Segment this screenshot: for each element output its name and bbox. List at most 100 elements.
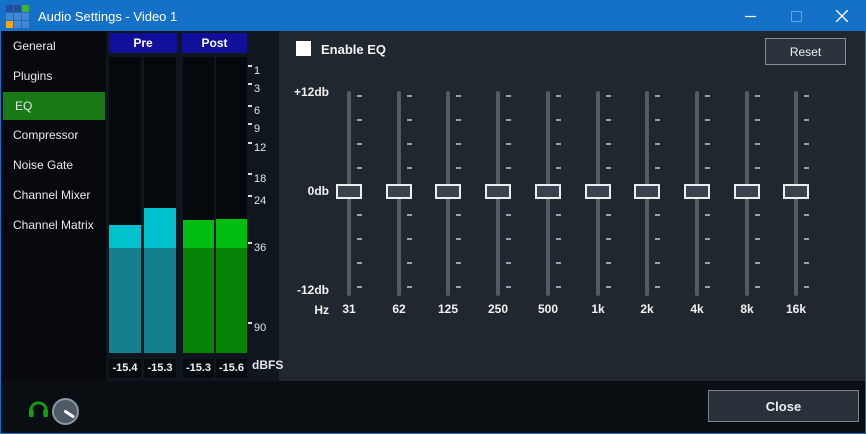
eq-slider-tick xyxy=(456,167,461,169)
app-logo-square xyxy=(6,13,13,20)
sidebar-item-compressor[interactable]: Compressor xyxy=(1,120,106,150)
eq-slider-tick xyxy=(606,167,611,169)
eq-slider-tick xyxy=(357,262,362,264)
eq-slider-tick xyxy=(655,167,660,169)
eq-slider-tick xyxy=(556,238,561,240)
meter-scale-label: 6 xyxy=(254,106,260,117)
meter-scale-tick xyxy=(248,83,252,85)
minimize-button[interactable] xyxy=(727,1,773,31)
meter-scale-tick xyxy=(248,195,252,197)
headphones-icon[interactable] xyxy=(27,397,50,420)
eq-slider-tick xyxy=(755,238,760,240)
eq-band-freq-label: 62 xyxy=(377,302,421,316)
meter-fill-dark xyxy=(216,248,247,353)
eq-slider-tick xyxy=(556,262,561,264)
eq-slider-tick xyxy=(407,262,412,264)
eq-slider-tick xyxy=(655,119,660,121)
window-title: Audio Settings - Video 1 xyxy=(38,9,727,24)
sidebar-item-noise-gate[interactable]: Noise Gate xyxy=(1,150,106,180)
minimize-icon xyxy=(745,11,756,22)
app-logo-square xyxy=(14,5,21,12)
eq-slider-tick xyxy=(606,143,611,145)
eq-slider-tick xyxy=(407,238,412,240)
eq-slider-thumb-125[interactable] xyxy=(435,184,461,199)
eq-slider-tick xyxy=(755,286,760,288)
meter-fill-bright xyxy=(144,208,176,248)
audio-settings-window: Audio Settings - Video 1 GeneralPluginsE… xyxy=(0,0,866,434)
eq-band-freq-label: 16k xyxy=(774,302,818,316)
app-logo-square xyxy=(14,13,21,20)
knob-pointer-icon xyxy=(52,398,79,425)
meter-group-header-pre: Pre xyxy=(109,33,177,53)
eq-slider-tick xyxy=(804,238,809,240)
eq-slider-tick xyxy=(755,262,760,264)
titlebar: Audio Settings - Video 1 xyxy=(1,1,865,31)
eq-slider-tick xyxy=(606,95,611,97)
eq-slider-tick xyxy=(755,119,760,121)
eq-slider-tick xyxy=(456,143,461,145)
eq-band-freq-label: 2k xyxy=(625,302,669,316)
app-logo-square xyxy=(6,5,13,12)
sidebar-item-eq[interactable]: EQ xyxy=(3,92,105,120)
reset-button[interactable]: Reset xyxy=(765,38,846,65)
eq-slider-tick xyxy=(556,143,561,145)
close-window-button[interactable] xyxy=(819,1,865,31)
eq-slider-tick xyxy=(705,167,710,169)
app-logo-icon xyxy=(6,5,29,28)
meter-scale-label: 1 xyxy=(254,66,260,77)
enable-eq-checkbox[interactable] xyxy=(296,41,311,56)
meter-scale-tick xyxy=(248,105,252,107)
eq-slider-tick xyxy=(357,143,362,145)
eq-slider-thumb-500[interactable] xyxy=(535,184,561,199)
headphones-volume-knob[interactable] xyxy=(52,398,79,425)
close-icon xyxy=(836,10,848,22)
eq-slider-tick xyxy=(556,119,561,121)
eq-slider-tick xyxy=(804,262,809,264)
eq-slider-tick xyxy=(705,286,710,288)
eq-slider-thumb-31[interactable] xyxy=(336,184,362,199)
eq-axis-top-label: +12db xyxy=(281,85,329,99)
meter-scale-label: 12 xyxy=(254,143,266,154)
meter-readout-1: -15.4 xyxy=(109,359,141,378)
eq-slider-tick xyxy=(655,238,660,240)
eq-slider-tick xyxy=(357,167,362,169)
meter-scale-tick xyxy=(248,123,252,125)
eq-slider-thumb-250[interactable] xyxy=(485,184,511,199)
eq-slider-thumb-62[interactable] xyxy=(386,184,412,199)
meter-readout-4: -15.6 xyxy=(216,359,247,378)
eq-slider-thumb-4k[interactable] xyxy=(684,184,710,199)
meter-scale-tick xyxy=(248,173,252,175)
eq-slider-thumb-8k[interactable] xyxy=(734,184,760,199)
eq-panel xyxy=(279,31,865,381)
eq-slider-tick xyxy=(755,214,760,216)
close-button[interactable]: Close xyxy=(708,390,859,422)
meter-readout-3: -15.3 xyxy=(183,359,214,378)
sidebar-item-plugins[interactable]: Plugins xyxy=(1,61,106,91)
eq-slider-tick xyxy=(606,214,611,216)
eq-slider-tick xyxy=(804,119,809,121)
sidebar-item-channel-mixer[interactable]: Channel Mixer xyxy=(1,180,106,210)
app-logo-square xyxy=(22,21,29,28)
eq-slider-tick xyxy=(655,286,660,288)
eq-slider-tick xyxy=(755,95,760,97)
eq-slider-thumb-16k[interactable] xyxy=(783,184,809,199)
eq-axis-hz-label: Hz xyxy=(281,303,329,317)
eq-band-freq-label: 250 xyxy=(476,302,520,316)
eq-slider-tick xyxy=(655,143,660,145)
maximize-button[interactable] xyxy=(773,1,819,31)
eq-axis-bottom-label: -12db xyxy=(281,283,329,297)
eq-slider-thumb-1k[interactable] xyxy=(585,184,611,199)
meter-fill-dark xyxy=(183,248,214,353)
eq-slider-tick xyxy=(655,214,660,216)
eq-slider-tick xyxy=(705,143,710,145)
eq-slider-tick xyxy=(357,286,362,288)
sidebar-item-channel-matrix[interactable]: Channel Matrix xyxy=(1,210,106,240)
eq-slider-thumb-2k[interactable] xyxy=(634,184,660,199)
sidebar-item-general[interactable]: General xyxy=(1,31,106,61)
eq-slider-tick xyxy=(755,143,760,145)
eq-slider-tick xyxy=(506,95,511,97)
eq-slider-tick xyxy=(804,286,809,288)
eq-slider-tick xyxy=(705,119,710,121)
enable-eq-label: Enable EQ xyxy=(321,42,386,57)
eq-slider-tick xyxy=(655,95,660,97)
